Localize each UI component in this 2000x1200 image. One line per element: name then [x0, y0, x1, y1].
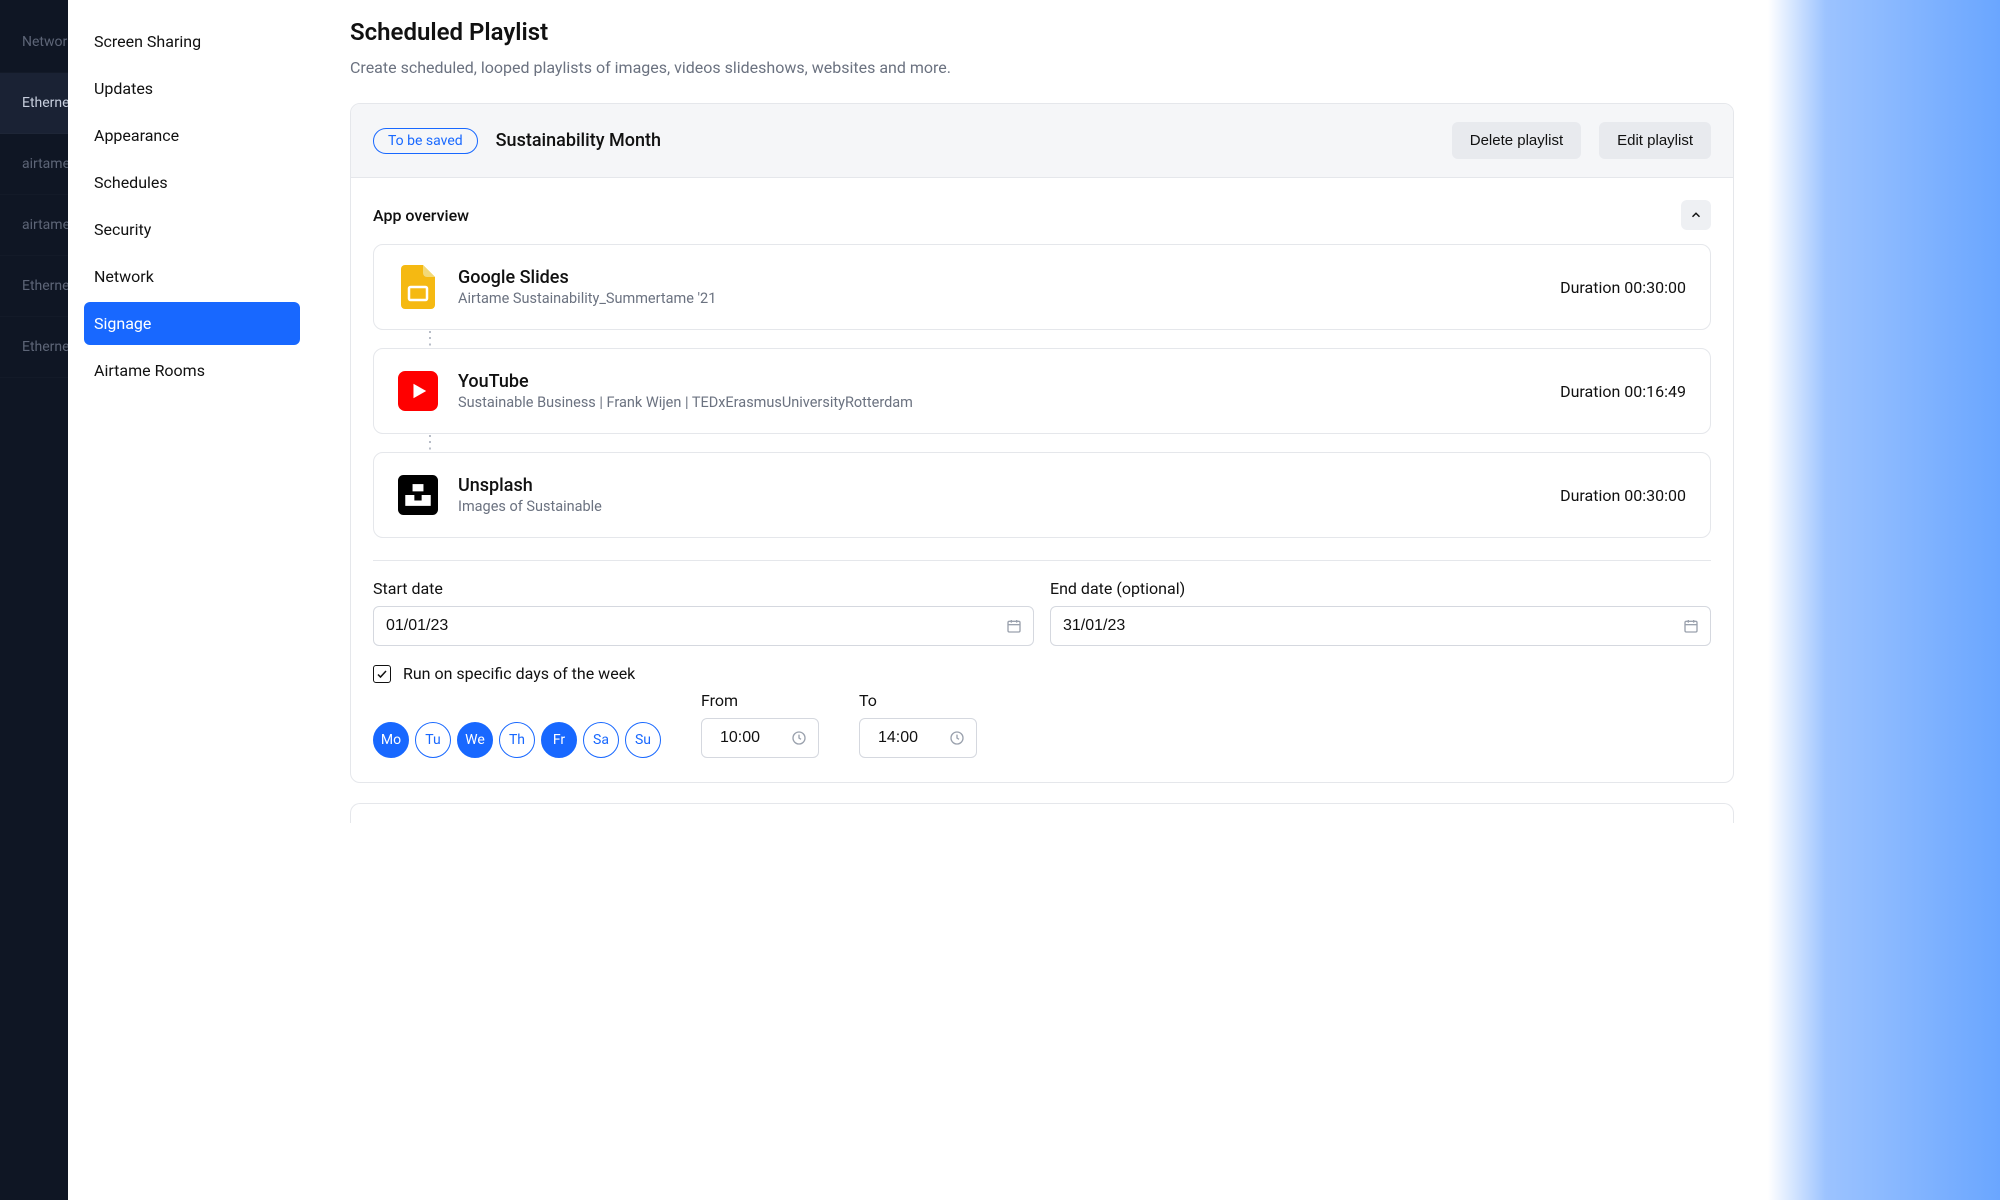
playlist-item-desc: Images of Sustainable: [458, 498, 1540, 515]
main-content: Scheduled Playlist Create scheduled, loo…: [316, 0, 1768, 1200]
start-date-input[interactable]: [373, 606, 1034, 646]
sidebar-item-signage[interactable]: Signage: [84, 302, 300, 345]
page-subtitle: Create scheduled, looped playlists of im…: [350, 58, 1734, 77]
playlist-item-duration: Duration 00:30:00: [1560, 486, 1686, 505]
end-date-input[interactable]: [1050, 606, 1711, 646]
chevron-up-icon: [1689, 208, 1703, 222]
sidebar-item-screen-sharing[interactable]: Screen Sharing: [84, 20, 300, 63]
app-overview-label: App overview: [373, 206, 1681, 225]
from-time-input[interactable]: [701, 718, 819, 758]
playlist-name: Sustainability Month: [496, 130, 1434, 151]
playlist-item-title: Unsplash: [458, 475, 1540, 496]
playlist-item[interactable]: Unsplash Images of Sustainable Duration …: [373, 452, 1711, 538]
unsplash-icon: [398, 475, 438, 515]
sidebar-item-security[interactable]: Security: [84, 208, 300, 251]
rail-item[interactable]: airtame: [0, 195, 68, 256]
day-tu[interactable]: Tu: [415, 722, 451, 758]
day-sa[interactable]: Sa: [583, 722, 619, 758]
day-we[interactable]: We: [457, 722, 493, 758]
next-panel-peek: [350, 803, 1734, 823]
playlist-item[interactable]: YouTube Sustainable Business | Frank Wij…: [373, 348, 1711, 434]
status-badge: To be saved: [373, 128, 478, 154]
sidebar-item-airtame-rooms[interactable]: Airtame Rooms: [84, 349, 300, 392]
sidebar-item-schedules[interactable]: Schedules: [84, 161, 300, 204]
rail-item[interactable]: Ethernet: [0, 73, 68, 134]
playlist-item-desc: Airtame Sustainability_Summertame '21: [458, 290, 1540, 307]
to-time-label: To: [859, 691, 977, 710]
playlist-panel: To be saved Sustainability Month Delete …: [350, 103, 1734, 783]
rail-item[interactable]: Ethernet: [0, 317, 68, 378]
to-time-input[interactable]: [859, 718, 977, 758]
rail-item[interactable]: Network: [0, 12, 68, 73]
run-specific-days-label: Run on specific days of the week: [403, 664, 635, 683]
page-title: Scheduled Playlist: [350, 18, 1734, 46]
youtube-icon: [398, 371, 438, 411]
playlist-item-duration: Duration 00:16:49: [1560, 382, 1686, 401]
playlist-item[interactable]: Google Slides Airtame Sustainability_Sum…: [373, 244, 1711, 330]
background-gradient: [1768, 0, 2000, 1200]
drag-handle-icon[interactable]: ⋮: [421, 330, 438, 348]
playlist-item-desc: Sustainable Business | Frank Wijen | TED…: [458, 394, 1540, 411]
playlist-item-duration: Duration 00:30:00: [1560, 278, 1686, 297]
day-su[interactable]: Su: [625, 722, 661, 758]
playlist-item-title: YouTube: [458, 371, 1540, 392]
day-mo[interactable]: Mo: [373, 722, 409, 758]
day-fr[interactable]: Fr: [541, 722, 577, 758]
playlist-item-title: Google Slides: [458, 267, 1540, 288]
sidebar-item-appearance[interactable]: Appearance: [84, 114, 300, 157]
edit-playlist-button[interactable]: Edit playlist: [1599, 122, 1711, 159]
run-specific-days-checkbox[interactable]: [373, 665, 391, 683]
end-date-label: End date (optional): [1050, 579, 1711, 598]
drag-handle-icon[interactable]: ⋮: [421, 434, 438, 452]
collapse-toggle[interactable]: [1681, 200, 1711, 230]
sidebar-item-network[interactable]: Network: [84, 255, 300, 298]
settings-sidebar: Screen Sharing Updates Appearance Schedu…: [68, 0, 316, 1200]
rail-item[interactable]: airtame: [0, 134, 68, 195]
google-slides-icon: [398, 267, 438, 307]
day-selector: Mo Tu We Th Fr Sa Su: [373, 696, 661, 758]
from-time-label: From: [701, 691, 819, 710]
start-date-label: Start date: [373, 579, 1034, 598]
sidebar-item-updates[interactable]: Updates: [84, 67, 300, 110]
delete-playlist-button[interactable]: Delete playlist: [1452, 122, 1581, 159]
playlist-header: To be saved Sustainability Month Delete …: [351, 104, 1733, 178]
rail-item[interactable]: Ethernet: [0, 256, 68, 317]
checkmark-icon: [376, 668, 388, 680]
device-rail: Network Ethernet airtame airtame Etherne…: [0, 0, 68, 1200]
day-th[interactable]: Th: [499, 722, 535, 758]
